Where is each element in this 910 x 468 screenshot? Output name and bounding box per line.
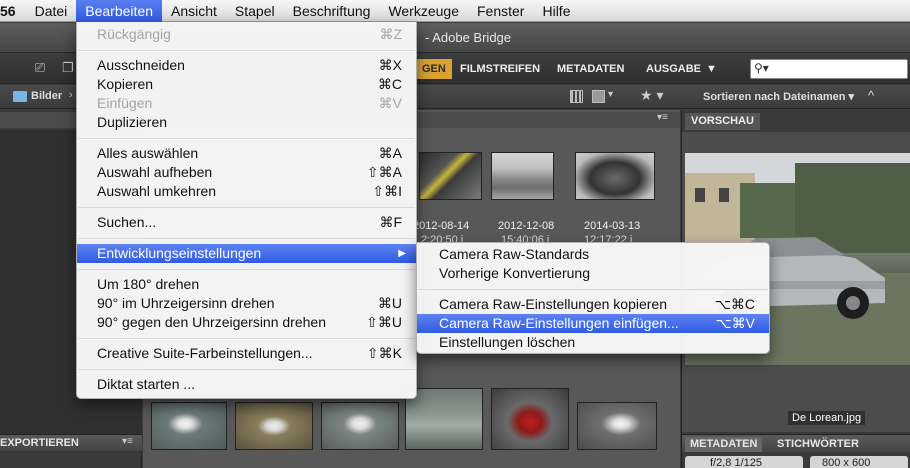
menu-separator: [78, 269, 415, 270]
menu-item-diktat-starten[interactable]: Diktat starten ...: [77, 375, 416, 394]
menu-item-kopieren[interactable]: Kopieren ⌘C: [77, 75, 416, 94]
menu-item-auswahl-aufheben[interactable]: Auswahl aufheben ⇧⌘A: [77, 163, 416, 182]
menu-werkzeuge[interactable]: Werkzeuge: [379, 0, 468, 22]
workspace-tab-metadaten[interactable]: METADATEN: [551, 59, 630, 79]
submenu-item-camera-raw-standards[interactable]: Camera Raw-Standards: [417, 245, 769, 264]
panel-menu-icon[interactable]: ▾≡: [122, 436, 133, 447]
rating-filter-icon[interactable]: ★ ▾: [640, 87, 663, 104]
preview-caption: De Lorean.jpg: [788, 411, 866, 425]
menu-fenster[interactable]: Fenster: [468, 0, 533, 22]
menu-item-drehen-uhrzeigersinn[interactable]: 90° im Uhrzeigersinn drehen ⌘U: [77, 294, 416, 313]
breadcrumb-bilder[interactable]: Bilder: [31, 90, 62, 102]
menu-item-ausschneiden[interactable]: Ausschneiden ⌘X: [77, 56, 416, 75]
tab-vorschau[interactable]: VORSCHAU: [685, 113, 760, 130]
menu-item-entwicklungseinstellungen[interactable]: Entwicklungseinstellungen ▶: [77, 244, 416, 263]
workspace-tab-essentials[interactable]: GEN: [416, 59, 452, 79]
submenu-item-vorherige-konvertierung[interactable]: Vorherige Konvertierung: [417, 264, 769, 283]
menu-item-suchen[interactable]: Suchen... ⌘F: [77, 213, 416, 232]
thumbnail-swan-4[interactable]: [577, 402, 657, 450]
exif-exposure: f/2,8 1/125: [710, 457, 762, 468]
app-menu-fragment[interactable]: 56: [0, 0, 26, 22]
view-mode-icon[interactable]: [592, 90, 605, 103]
thumbnail-swan-2[interactable]: [235, 402, 313, 450]
breadcrumb-arrow-icon[interactable]: ›: [69, 89, 73, 101]
export-panel-header[interactable]: EXPORTIEREN ▾≡: [0, 434, 142, 451]
exif-dimensions: 800 x 600: [822, 457, 871, 468]
menu-beschriftung[interactable]: Beschriftung: [284, 0, 380, 22]
folder-icon: [13, 91, 27, 102]
search-icon[interactable]: ⚲▾: [754, 61, 769, 75]
thumbnail-date-3: 2014-03-13: [584, 220, 641, 232]
menu-stapel[interactable]: Stapel: [226, 0, 284, 22]
thumbnail-swan-3[interactable]: [321, 402, 399, 450]
workspace-more-icon[interactable]: ▼: [700, 59, 723, 79]
menubar: 56 Datei Bearbeiten Ansicht Stapel Besch…: [0, 0, 910, 22]
workspace-tab-filmstreifen[interactable]: FILMSTREIFEN: [454, 59, 546, 79]
submenu-arrow-icon: ▶: [398, 248, 406, 259]
exif-dimensions-box: 800 x 600: [810, 456, 908, 468]
thumbnail-swan-1[interactable]: [151, 402, 227, 450]
menu-item-duplizieren[interactable]: Duplizieren: [77, 113, 416, 132]
menu-item-rueckgaengig[interactable]: Rückgängig ⌘Z: [77, 25, 416, 44]
menu-separator: [418, 289, 768, 290]
tab-stichwoerter[interactable]: STICHWÖRTER: [772, 437, 864, 452]
menu-item-drehen-180[interactable]: Um 180° drehen: [77, 275, 416, 294]
menu-item-einfuegen[interactable]: Einfügen ⌘V: [77, 94, 416, 113]
camera-icon[interactable]: ⎚: [30, 59, 50, 77]
thumbnail-lake[interactable]: [405, 388, 483, 450]
menu-item-alles-auswaehlen[interactable]: Alles auswählen ⌘A: [77, 144, 416, 163]
search-input[interactable]: ⚲▾: [750, 59, 908, 79]
menu-bearbeiten[interactable]: Bearbeiten: [76, 0, 162, 22]
copy-icon[interactable]: ❐: [58, 59, 78, 77]
menu-item-farbeinstellungen[interactable]: Creative Suite-Farbeinstellungen... ⇧⌘K: [77, 344, 416, 363]
entwicklungseinstellungen-submenu: Camera Raw-Standards Vorherige Konvertie…: [416, 242, 770, 354]
exif-exposure-box: f/2,8 1/125: [685, 456, 803, 468]
submenu-item-einstellungen-kopieren[interactable]: Camera Raw-Einstellungen kopieren ⌥⌘C: [417, 295, 769, 314]
thumbnail-date-1: 2012-08-14: [413, 220, 470, 232]
thumbnail-quality-icon[interactable]: [570, 90, 583, 103]
menu-separator: [78, 369, 415, 370]
export-panel-label: EXPORTIEREN: [0, 437, 79, 449]
menu-separator: [78, 238, 415, 239]
menu-datei[interactable]: Datei: [26, 0, 77, 22]
workspace-tab-ausgabe[interactable]: AUSGABE: [640, 59, 707, 79]
thumbnail-motorbike[interactable]: [575, 152, 655, 200]
thumbnail-date-2: 2012-12-08: [498, 220, 555, 232]
menu-separator: [78, 338, 415, 339]
submenu-item-einstellungen-loeschen[interactable]: Einstellungen löschen: [417, 333, 769, 352]
submenu-item-einstellungen-einfuegen[interactable]: Camera Raw-Einstellungen einfügen... ⌥⌘V: [417, 314, 769, 333]
thumbnail-red-car[interactable]: [491, 388, 569, 450]
menu-item-drehen-gegen-uhrzeigersinn[interactable]: 90° gegen den Uhrzeigersinn drehen ⇧⌘U: [77, 313, 416, 332]
menu-separator: [78, 207, 415, 208]
menu-ansicht[interactable]: Ansicht: [162, 0, 226, 22]
bearbeiten-menu: Rückgängig ⌘Z Ausschneiden ⌘X Kopieren ⌘…: [76, 22, 417, 399]
window-title: - Adobe Bridge: [425, 30, 512, 45]
sort-dropdown[interactable]: Sortieren nach Dateinamen ▾: [703, 90, 854, 103]
menu-separator: [78, 138, 415, 139]
menu-hilfe[interactable]: Hilfe: [533, 0, 579, 22]
metadata-panel-header: METADATEN STICHWÖRTER: [682, 434, 910, 452]
sort-ascending-icon[interactable]: ^: [868, 88, 874, 103]
tab-metadaten[interactable]: METADATEN: [685, 437, 763, 452]
menu-item-auswahl-umkehren[interactable]: Auswahl umkehren ⇧⌘I: [77, 182, 416, 201]
view-mode-caret-icon[interactable]: ▾: [608, 89, 613, 100]
thumbnail-bike[interactable]: [419, 152, 482, 200]
content-panel-menu-icon[interactable]: ▾≡: [657, 112, 668, 123]
menu-separator: [78, 50, 415, 51]
thumbnail-winter-street[interactable]: [491, 152, 554, 200]
